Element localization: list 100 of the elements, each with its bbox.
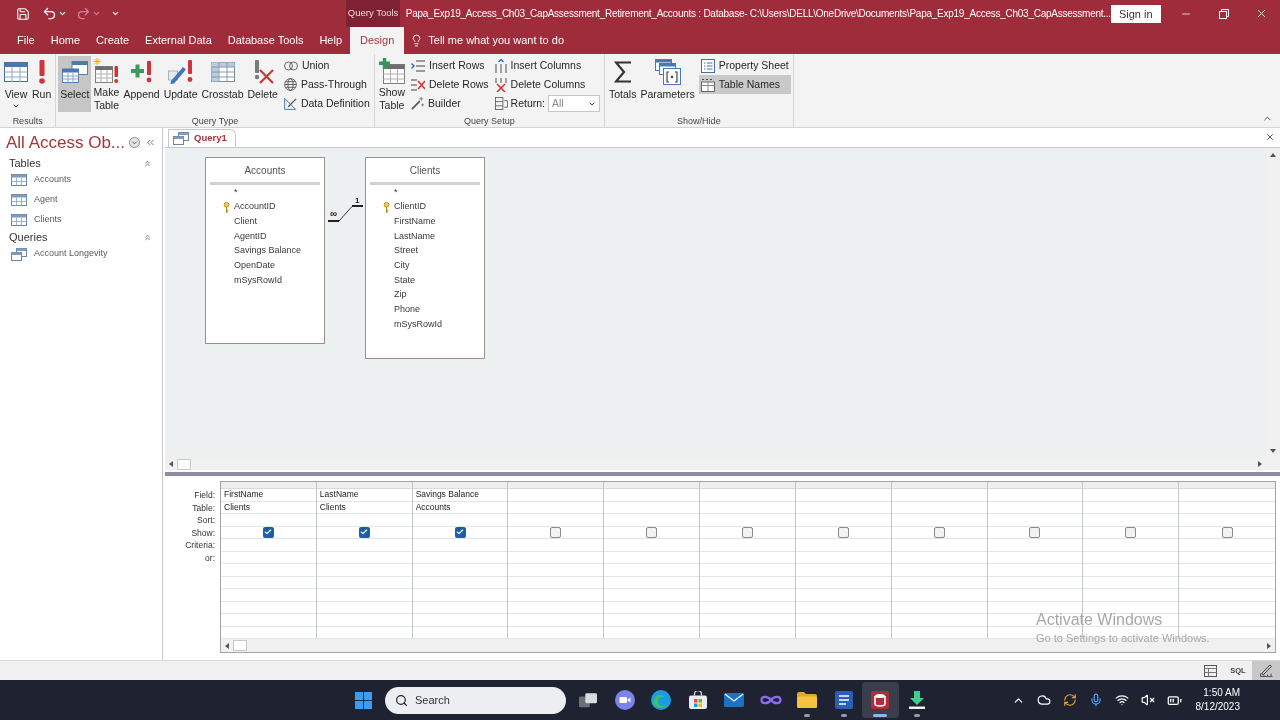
ribbon-small-button[interactable]: Property Sheet	[698, 56, 791, 75]
ribbon-button[interactable]: Totals	[607, 56, 639, 112]
ribbon-small-button[interactable]: Union	[281, 56, 372, 75]
ribbon-small-button[interactable]: Builder	[409, 94, 491, 113]
crosstab-grid-icon	[210, 62, 235, 82]
field-name[interactable]: AccountID	[234, 200, 276, 214]
show-checkbox[interactable]	[741, 526, 753, 538]
ribbon-button[interactable]: Parameters	[638, 56, 697, 112]
left-arrow-icon	[169, 461, 173, 467]
scroll-thumb[interactable]	[177, 458, 191, 470]
grid-cell: Accounts	[412, 501, 508, 514]
field-name[interactable]: OpenDate	[234, 259, 276, 273]
ribbon-button[interactable]: View	[2, 56, 30, 112]
show-checkbox[interactable]	[646, 526, 658, 538]
taskbar-app[interactable]	[862, 682, 899, 718]
cloud-icon[interactable]	[1036, 693, 1051, 707]
field-name[interactable]: State	[394, 273, 415, 288]
grid-row-label: Field:	[193, 489, 216, 502]
search-field[interactable]: Search	[385, 686, 566, 714]
group-label: Query Type	[190, 116, 240, 127]
ribbon-tab[interactable]: File	[9, 27, 43, 54]
show-checkbox[interactable]	[358, 526, 370, 538]
ribbon-small-button[interactable]: Data Definition	[281, 94, 372, 113]
show-checkbox[interactable]	[1029, 526, 1041, 538]
group-label: Show/Hide	[676, 116, 722, 127]
field-name[interactable]: Zip	[394, 288, 407, 302]
field-name[interactable]: City	[394, 259, 410, 273]
design-view-button[interactable]	[1252, 661, 1280, 680]
caret-icon[interactable]	[58, 9, 67, 18]
datasheet-grid-icon	[4, 62, 28, 82]
close-icon[interactable]	[1265, 132, 1275, 142]
ribbon-small-button[interactable]: Delete Columns	[492, 75, 602, 94]
ribbon-tab[interactable]: Help	[311, 27, 350, 54]
save-icon[interactable]	[16, 6, 30, 21]
field-name[interactable]: FirstName	[394, 214, 436, 229]
shopping-bag-icon	[688, 691, 707, 709]
field-name[interactable]: Phone	[394, 303, 421, 317]
field-name[interactable]: *	[234, 185, 238, 200]
ribbon-button[interactable]: Append	[121, 56, 162, 112]
vertical-scrollbar[interactable]	[1266, 148, 1280, 470]
field-name[interactable]: LastName	[394, 229, 436, 244]
field-name[interactable]: mSysRowId	[234, 273, 282, 288]
ribbon-button[interactable]: Delete	[245, 56, 280, 112]
ribbon-small-button[interactable]: Pass-Through	[281, 75, 372, 94]
redo-icon[interactable]	[76, 6, 91, 21]
customize-caret-icon[interactable]	[111, 9, 120, 18]
field-list-title: Accounts	[243, 163, 287, 178]
field-name[interactable]: *	[394, 185, 398, 200]
ribbon-small-button[interactable]: Table Names	[698, 75, 791, 94]
show-checkbox[interactable]	[454, 526, 466, 538]
field-name[interactable]: mSysRowId	[394, 317, 442, 332]
ribbon-tab[interactable]: Database Tools	[219, 27, 312, 54]
delete-columns-icon	[494, 77, 507, 92]
nav-group-header[interactable]: Tables	[0, 156, 162, 170]
ribbon-button[interactable]: Show Table	[376, 56, 408, 112]
show-checkbox[interactable]	[933, 526, 945, 538]
ribbon-button[interactable]: Select	[58, 56, 92, 112]
nav-item[interactable]: Accounts	[0, 170, 162, 190]
microphone-icon[interactable]	[1088, 693, 1103, 707]
speaker-muted-icon[interactable]	[1140, 693, 1155, 707]
field-name[interactable]: Client	[234, 214, 257, 229]
return-dropdown[interactable]: All	[548, 95, 600, 112]
sign-in-button[interactable]: Sign in	[1110, 4, 1161, 23]
ruler-pencil-icon	[1259, 664, 1273, 677]
nav-item[interactable]: Account Longevity	[0, 244, 162, 264]
field-name[interactable]: ClientID	[394, 200, 426, 214]
show-checkbox[interactable]	[1221, 526, 1233, 538]
dropdown-circle-icon[interactable]	[129, 136, 140, 148]
video-camera-circle-icon	[614, 690, 635, 710]
show-checkbox[interactable]	[262, 526, 274, 538]
show-checkbox[interactable]	[837, 526, 849, 538]
ribbon-tab[interactable]: Design	[350, 27, 405, 54]
sync-icon[interactable]	[1062, 693, 1077, 707]
table-plus-icon	[378, 58, 405, 84]
field-name[interactable]: Savings Balance	[234, 244, 302, 258]
ribbon-tab[interactable]: External Data	[137, 27, 220, 54]
undo-icon[interactable]	[42, 6, 57, 21]
ribbon-tab[interactable]: Home	[42, 27, 89, 54]
wifi-icon[interactable]	[1114, 693, 1129, 707]
tell-me-search[interactable]: Tell me what you want to do	[410, 27, 564, 54]
field-name[interactable]: Street	[394, 244, 418, 258]
ribbon-button[interactable]: Crosstab	[199, 56, 246, 112]
ribbon-tab[interactable]: Create	[88, 27, 138, 54]
ribbon-small-button[interactable]: Insert Rows	[409, 56, 491, 75]
datasheet-icon	[1203, 664, 1217, 677]
nav-group-header[interactable]: Queries	[0, 230, 162, 244]
ribbon-button[interactable]: Make Table	[91, 56, 122, 112]
ribbon-button[interactable]: Run	[30, 56, 54, 112]
nav-item[interactable]: Agent	[0, 190, 162, 210]
ribbon-small-button[interactable]: Insert Columns	[492, 56, 602, 75]
show-checkbox[interactable]	[1125, 526, 1137, 538]
show-checkbox[interactable]	[550, 526, 562, 538]
ribbon-small-button[interactable]: Delete Rows	[409, 75, 491, 94]
field-name[interactable]: AgentID	[234, 229, 267, 244]
nav-item[interactable]: Clients	[0, 210, 162, 230]
contextual-tab-label: Query Tools	[347, 6, 399, 21]
ribbon-button[interactable]: Update	[161, 56, 200, 112]
table-windows-icon	[61, 61, 88, 83]
document-tab[interactable]: Query1	[168, 129, 236, 147]
scroll-thumb[interactable]	[233, 640, 247, 651]
